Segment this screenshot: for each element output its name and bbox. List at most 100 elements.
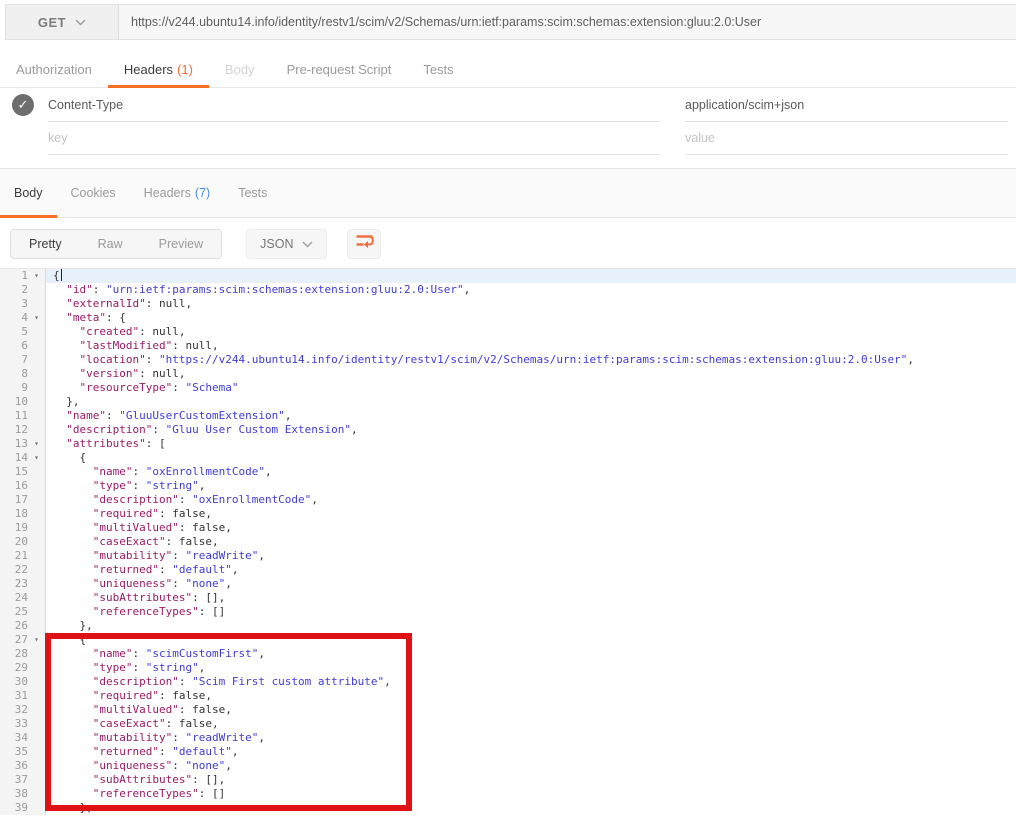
line-gutter: 16: [0, 479, 46, 493]
fold-arrow-icon[interactable]: ▾: [28, 437, 45, 451]
line-number: 5: [0, 325, 28, 339]
header-key-input[interactable]: [48, 98, 660, 112]
fold-arrow-icon[interactable]: ▾: [28, 633, 45, 647]
line-gutter: 3: [0, 297, 46, 311]
fold-spacer: [28, 619, 45, 633]
tab-pre-request-script[interactable]: Pre-request Script: [271, 52, 408, 87]
code-line: 32 "multiValued": false,: [0, 703, 1016, 717]
line-text: "uniqueness": "none",: [46, 577, 1016, 591]
line-gutter: 22: [0, 563, 46, 577]
url-input[interactable]: [119, 15, 1016, 29]
line-text: },: [46, 801, 1016, 815]
format-select-dropdown[interactable]: JSON: [246, 229, 327, 259]
fold-arrow-icon[interactable]: ▾: [28, 311, 45, 325]
fold-spacer: [28, 507, 45, 521]
code-line: 8 "version": null,: [0, 367, 1016, 381]
line-gutter: 17: [0, 493, 46, 507]
code-line: 14▾ {: [0, 451, 1016, 465]
request-tabs: Authorization Headers (1) Body Pre-reque…: [0, 52, 1016, 88]
fold-spacer: [28, 493, 45, 507]
line-text: "multiValued": false,: [46, 703, 1016, 717]
line-gutter: 28: [0, 647, 46, 661]
line-number: 9: [0, 381, 28, 395]
code-line: 25 "referenceTypes": []: [0, 605, 1016, 619]
text-cursor: [61, 269, 62, 281]
line-number: 31: [0, 689, 28, 703]
response-tab-body[interactable]: Body: [0, 169, 57, 217]
new-header-value-input[interactable]: [685, 131, 1008, 145]
line-number: 24: [0, 591, 28, 605]
view-mode-pretty[interactable]: Pretty: [11, 230, 80, 258]
fold-arrow-icon[interactable]: ▾: [28, 451, 45, 465]
line-gutter: 27▾: [0, 633, 46, 647]
code-line: 22 "returned": "default",: [0, 563, 1016, 577]
code-line: 23 "uniqueness": "none",: [0, 577, 1016, 591]
http-method-label: GET: [38, 15, 66, 30]
tab-authorization[interactable]: Authorization: [0, 52, 108, 87]
code-line: 33 "caseExact": false,: [0, 717, 1016, 731]
line-gutter: 9: [0, 381, 46, 395]
line-number: 38: [0, 787, 28, 801]
code-line: 24 "subAttributes": [],: [0, 591, 1016, 605]
code-line: 5 "created": null,: [0, 325, 1016, 339]
line-number: 29: [0, 661, 28, 675]
line-number: 25: [0, 605, 28, 619]
view-mode-preview[interactable]: Preview: [141, 230, 221, 258]
tab-label: Body: [225, 62, 255, 77]
chevron-down-icon: [75, 13, 86, 31]
line-number: 19: [0, 521, 28, 535]
code-line: 30 "description": "Scim First custom att…: [0, 675, 1016, 689]
tab-tests[interactable]: Tests: [407, 52, 469, 87]
line-number: 12: [0, 423, 28, 437]
tab-label: Headers: [124, 62, 173, 77]
headers-editor: ✓: [0, 89, 1016, 155]
response-tab-tests[interactable]: Tests: [224, 169, 281, 217]
response-tab-headers[interactable]: Headers (7): [130, 169, 225, 217]
code-line: 1▾{: [0, 269, 1016, 283]
line-text: "caseExact": false,: [46, 535, 1016, 549]
fold-arrow-icon[interactable]: ▾: [28, 269, 45, 283]
line-number: 37: [0, 773, 28, 787]
http-method-dropdown[interactable]: GET: [6, 5, 119, 39]
line-number: 22: [0, 563, 28, 577]
line-gutter: 13▾: [0, 437, 46, 451]
line-number: 39: [0, 801, 28, 815]
response-body-code-editor[interactable]: 1▾{2 "id": "urn:ietf:params:scim:schemas…: [0, 268, 1016, 816]
fold-spacer: [28, 731, 45, 745]
fold-spacer: [28, 577, 45, 591]
line-text: "subAttributes": [],: [46, 773, 1016, 787]
url-field-wrap: [119, 5, 1016, 39]
line-gutter: 31: [0, 689, 46, 703]
header-value-input[interactable]: [685, 98, 1008, 112]
code-line: 35 "returned": "default",: [0, 745, 1016, 759]
line-gutter: 39: [0, 801, 46, 815]
code-line: 11 "name": "GluuUserCustomExtension",: [0, 409, 1016, 423]
line-text: "attributes": [: [46, 437, 1016, 451]
tab-label: Pre-request Script: [287, 62, 392, 77]
tab-headers[interactable]: Headers (1): [108, 52, 209, 87]
check-icon[interactable]: ✓: [12, 94, 34, 116]
line-text: "required": false,: [46, 689, 1016, 703]
wrap-text-button[interactable]: [347, 229, 381, 259]
tab-label: Tests: [423, 62, 453, 77]
line-gutter: 38: [0, 787, 46, 801]
line-text: "required": false,: [46, 507, 1016, 521]
response-tab-cookies[interactable]: Cookies: [57, 169, 130, 217]
line-gutter: 35: [0, 745, 46, 759]
line-gutter: 11: [0, 409, 46, 423]
code-line: 4▾ "meta": {: [0, 311, 1016, 325]
code-line: 16 "type": "string",: [0, 479, 1016, 493]
view-mode-raw[interactable]: Raw: [80, 230, 141, 258]
code-line: 36 "uniqueness": "none",: [0, 759, 1016, 773]
line-text: "lastModified": null,: [46, 339, 1016, 353]
fold-spacer: [28, 367, 45, 381]
line-text: },: [46, 619, 1016, 633]
code-line: 2 "id": "urn:ietf:params:scim:schemas:ex…: [0, 283, 1016, 297]
new-header-key-input[interactable]: [48, 131, 660, 145]
tab-body[interactable]: Body: [209, 52, 271, 87]
line-number: 11: [0, 409, 28, 423]
line-number: 36: [0, 759, 28, 773]
fold-spacer: [28, 297, 45, 311]
response-view-toolbar: Pretty Raw Preview JSON: [0, 219, 1016, 268]
line-gutter: 25: [0, 605, 46, 619]
